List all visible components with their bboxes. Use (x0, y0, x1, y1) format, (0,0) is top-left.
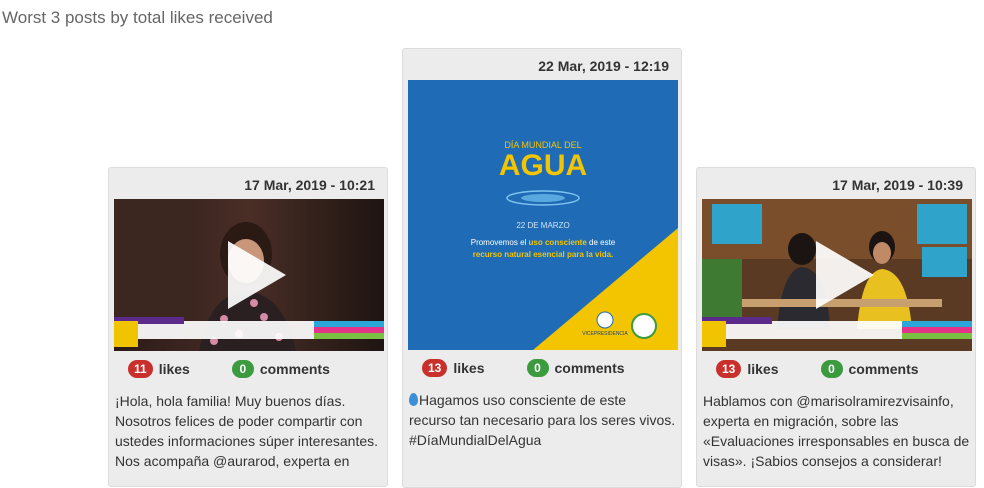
post-text-container: Hagamos uso consciente de este recurso t… (403, 386, 681, 450)
post-stats: 11 likes 0 comments (109, 351, 387, 387)
post-text: Hablamos con @marisolramirezvisainfo, ex… (703, 393, 970, 469)
likes-stat: 11 likes (128, 360, 190, 378)
post-stats: 13 likes 0 comments (403, 350, 681, 386)
post-stats: 13 likes 0 comments (697, 351, 975, 387)
water-drop-icon (409, 393, 418, 406)
likes-label: likes (158, 361, 190, 377)
likes-label: likes (747, 361, 779, 377)
play-icon[interactable] (816, 241, 874, 309)
post-text: Hagamos uso consciente de este recurso t… (409, 392, 676, 448)
likes-count-badge: 11 (128, 360, 153, 378)
post-date: 17 Mar, 2019 - 10:21 (244, 177, 375, 193)
likes-count-badge: 13 (422, 359, 448, 377)
post-date: 17 Mar, 2019 - 10:39 (832, 177, 963, 193)
post-video[interactable] (702, 199, 972, 351)
poster-line-2: recurso natural esencial para la vida. (473, 250, 614, 259)
poster-heading-big: AGUA (499, 149, 587, 182)
post-card[interactable]: 17 Mar, 2019 - 10:21 11 likes 0 comments… (108, 167, 388, 487)
agua-poster-image: DÍA MUNDIAL DEL AGUA 22 DE MARZO Promove… (408, 80, 678, 350)
post-card[interactable]: 22 Mar, 2019 - 12:19 DÍA MUNDIAL DEL AGU… (402, 48, 682, 488)
post-card[interactable]: 17 Mar, 2019 - 10:39 13 likes 0 comments… (696, 167, 976, 487)
likes-stat: 13 likes (422, 359, 485, 377)
comments-stat: 0 comments (820, 360, 919, 378)
post-video[interactable] (114, 199, 384, 351)
poster-date: 22 DE MARZO (516, 221, 569, 230)
comments-stat: 0 comments (526, 359, 625, 377)
poster-line-1: Promovemos el uso consciente de este (471, 238, 616, 247)
likes-stat: 13 likes (716, 360, 779, 378)
comments-stat: 0 comments (231, 360, 330, 378)
post-text: ¡Hola, hola familia! Muy buenos días. No… (115, 393, 379, 469)
comments-count-badge: 0 (526, 359, 549, 377)
comments-label: comments (554, 360, 625, 376)
comments-count-badge: 0 (231, 360, 254, 378)
likes-label: likes (453, 360, 485, 376)
post-date: 22 Mar, 2019 - 12:19 (538, 58, 669, 74)
poster-org: VICEPRESIDENCIA (582, 331, 628, 337)
comments-count-badge: 0 (820, 360, 843, 378)
play-icon[interactable] (228, 241, 286, 309)
likes-count-badge: 13 (716, 360, 742, 378)
comments-label: comments (259, 361, 330, 377)
post-image[interactable]: DÍA MUNDIAL DEL AGUA 22 DE MARZO Promove… (408, 80, 678, 350)
comments-label: comments (848, 361, 919, 377)
page-title: Worst 3 posts by total likes received (2, 8, 273, 27)
